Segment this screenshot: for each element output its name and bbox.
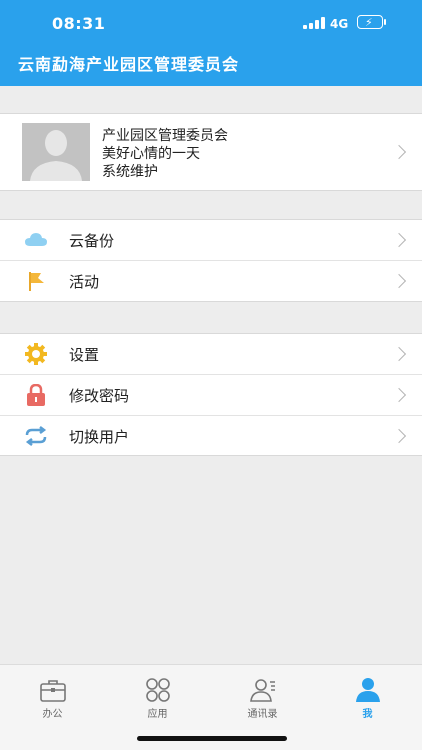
menu-item-change-password[interactable]: 修改密码: [0, 375, 422, 415]
app-header: 08:31 4G ⚡ 云南勐海产业园区管理委员会: [0, 0, 422, 86]
tab-contacts[interactable]: 通讯录: [210, 665, 315, 725]
status-time: 08:31: [52, 14, 106, 33]
menu-label: 切换用户: [69, 428, 130, 446]
home-indicator: [137, 736, 287, 741]
briefcase-icon: [40, 680, 66, 702]
cloud-icon: [25, 233, 47, 246]
tab-office[interactable]: 办公: [0, 665, 105, 725]
switch-icon: [25, 426, 47, 446]
menu-item-cloud-backup[interactable]: 云备份: [0, 220, 422, 260]
gear-icon: [25, 343, 47, 365]
flag-icon: [29, 272, 44, 291]
signal-icon: [303, 17, 325, 29]
profile-name: 产业园区管理委员会: [102, 128, 228, 144]
chevron-right-icon: [391, 428, 407, 444]
apps-grid-icon: [146, 678, 170, 702]
menu-label: 修改密码: [69, 387, 130, 405]
chevron-right-icon: [391, 232, 407, 248]
chevron-right-icon: [391, 273, 407, 289]
menu-item-activity[interactable]: 活动: [0, 261, 422, 301]
tab-me[interactable]: 我: [315, 665, 420, 725]
battery-icon: ⚡: [357, 15, 387, 29]
profile-mood: 美好心情的一天: [102, 146, 200, 162]
profile-role: 系统维护: [102, 164, 158, 180]
chevron-right-icon: [391, 387, 407, 403]
lock-icon: [27, 384, 45, 406]
profile-card[interactable]: 产业园区管理委员会 美好心情的一天 系统维护: [0, 113, 422, 191]
person-icon: [356, 678, 380, 702]
status-bar: 08:31 4G ⚡: [0, 0, 422, 46]
tab-label: 通讯录: [247, 709, 278, 720]
menu-group-backup: 云备份 活动: [0, 219, 422, 302]
page-title: 云南勐海产业园区管理委员会: [18, 55, 240, 74]
tab-label: 应用: [147, 709, 168, 720]
menu-group-settings: 设置 修改密码 切换用户: [0, 333, 422, 456]
avatar: [22, 123, 90, 181]
menu-label: 活动: [69, 273, 100, 291]
contacts-icon: [250, 679, 275, 702]
tab-label: 我: [362, 709, 373, 720]
chevron-right-icon: [391, 346, 407, 362]
menu-label: 云备份: [69, 232, 115, 250]
chevron-right-icon: [391, 144, 407, 160]
menu-item-settings[interactable]: 设置: [0, 334, 422, 374]
tab-label: 办公: [42, 709, 63, 720]
menu-item-switch-user[interactable]: 切换用户: [0, 416, 422, 456]
tab-apps[interactable]: 应用: [105, 665, 210, 725]
network-type: 4G: [330, 17, 349, 31]
menu-label: 设置: [69, 346, 100, 364]
